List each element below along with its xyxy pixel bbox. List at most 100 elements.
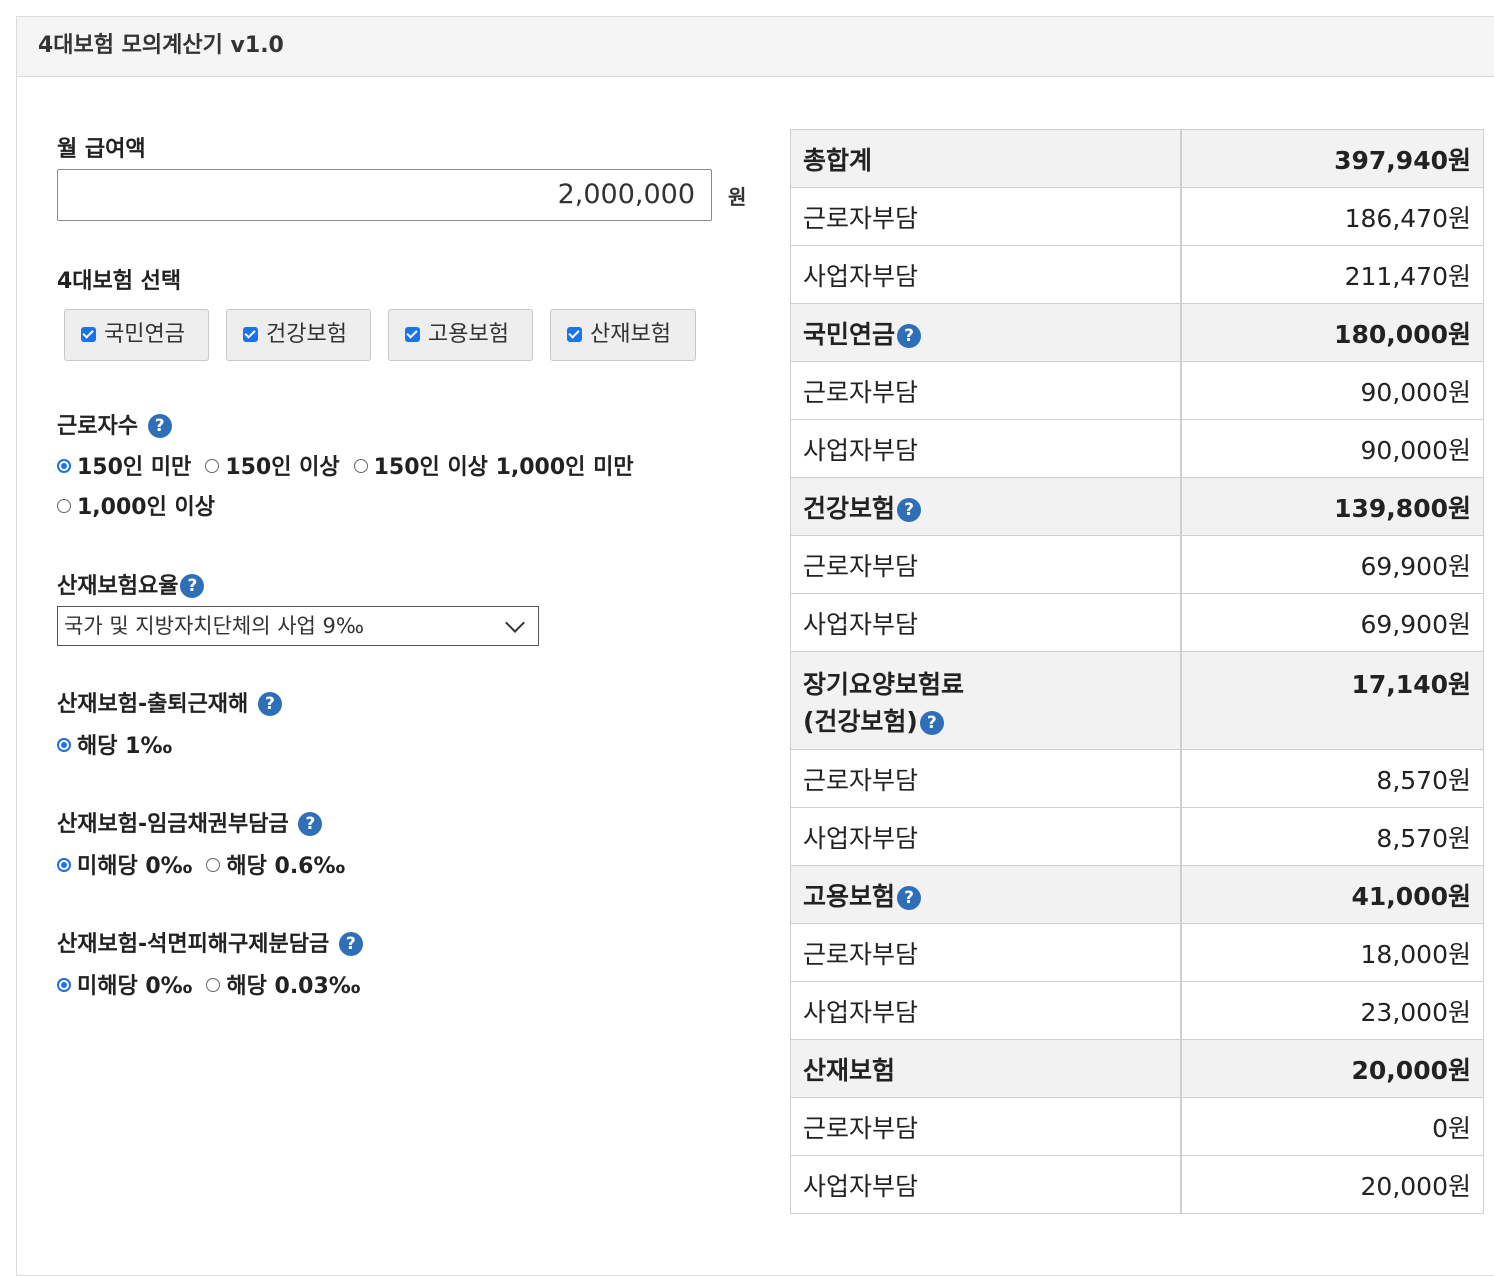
table-row-employment: 고용보험? 41,000원: [790, 865, 1484, 924]
radio-off-icon[interactable]: [206, 858, 221, 872]
workers-radio-group-2: 1,000인 이상: [57, 489, 229, 521]
longterm-value: 17,140원: [1180, 651, 1484, 750]
health-header: 건강보험?: [790, 477, 1182, 536]
radio-wage-claim-no[interactable]: 미해당 0‰: [57, 854, 192, 879]
radio-off-icon[interactable]: [57, 499, 71, 513]
radio-asbestos-yes[interactable]: 해당 0.03‰: [206, 974, 360, 999]
total-value: 397,940원: [1180, 129, 1484, 188]
wage-claim-radio-group: 미해당 0‰ 해당 0.6‰: [57, 848, 359, 880]
table-row: 사업자부담 8,570원: [790, 807, 1484, 866]
question-circle-icon[interactable]: ?: [919, 711, 944, 735]
table-row: 근로자부담 90,000원: [790, 361, 1484, 420]
radio-label: 150인 이상: [225, 455, 340, 480]
commute-radio-group: 해당 1‰: [57, 728, 186, 760]
radio-on-icon[interactable]: [57, 738, 71, 752]
industrial-rate-label-text: 산재보험요율: [57, 574, 179, 599]
table-row-total: 총합계 397,940원: [790, 129, 1484, 188]
longterm-worker-value: 8,570원: [1180, 749, 1484, 808]
employment-employer-value: 23,000원: [1180, 981, 1484, 1040]
total-label: 총합계: [790, 129, 1182, 188]
question-circle-icon[interactable]: ?: [897, 323, 922, 348]
commute-label: 산재보험-출퇴근재해 ?: [57, 686, 282, 718]
radio-label: 미해당 0‰: [77, 854, 193, 879]
radio-asbestos-no[interactable]: 미해당 0‰: [57, 974, 192, 999]
pension-worker-value: 90,000원: [1180, 361, 1484, 420]
checkbox-industrial[interactable]: 산재보험: [550, 309, 696, 361]
table-row: 근로자부담 0원: [790, 1097, 1484, 1156]
question-circle-icon[interactable]: ?: [338, 932, 363, 956]
industrial-rate-select[interactable]: 국가 및 지방자치단체의 사업 9‰: [57, 606, 539, 646]
question-circle-icon[interactable]: ?: [897, 497, 922, 522]
table-row: 사업자부담 211,470원: [790, 245, 1484, 304]
salary-unit: 원: [728, 185, 747, 209]
radio-workers-under-150[interactable]: 150인 미만: [57, 455, 191, 480]
checkbox-pension[interactable]: 국민연금: [64, 309, 209, 361]
longterm-label-line1: 장기요양보험료: [803, 670, 965, 699]
radio-off-icon[interactable]: [205, 459, 220, 473]
commute-label-text: 산재보험-출퇴근재해: [57, 692, 249, 717]
radio-commute-applicable[interactable]: 해당 1‰: [57, 734, 172, 759]
radio-label: 해당 0.6‰: [226, 854, 346, 879]
table-row-industrial: 산재보험 20,000원: [790, 1039, 1484, 1098]
wage-claim-label-text: 산재보험-임금채권부담금: [57, 812, 289, 837]
employment-label: 고용보험: [803, 881, 896, 911]
checkbox-icon[interactable]: [567, 327, 582, 342]
worker-label: 근로자부담: [790, 749, 1182, 808]
employer-label: 사업자부담: [790, 419, 1182, 478]
radio-on-icon[interactable]: [57, 459, 71, 473]
worker-label: 근로자부담: [790, 1097, 1182, 1156]
radio-wage-claim-yes[interactable]: 해당 0.6‰: [206, 854, 345, 879]
radio-on-icon[interactable]: [57, 978, 71, 992]
chevron-down-icon: [505, 613, 525, 633]
table-row: 근로자부담 186,470원: [790, 187, 1484, 246]
table-row: 근로자부담 18,000원: [790, 923, 1484, 982]
table-row: 사업자부담 69,900원: [790, 593, 1484, 652]
checkbox-icon[interactable]: [243, 327, 258, 342]
table-row-pension: 국민연금? 180,000원: [790, 303, 1484, 362]
health-worker-value: 69,900원: [1180, 535, 1484, 594]
checkbox-employment[interactable]: 고용보험: [388, 309, 533, 361]
radio-off-icon[interactable]: [353, 459, 368, 473]
calculator-panel: 4대보험 모의계산기 v1.0 월 급여액 2,000,000 원 4대보험 선…: [16, 16, 1494, 1276]
industrial-employer-value: 20,000원: [1180, 1155, 1484, 1214]
question-circle-icon[interactable]: ?: [257, 692, 282, 716]
employer-label: 사업자부담: [790, 1155, 1182, 1214]
checkbox-employment-label: 고용보험: [428, 322, 509, 347]
longterm-label-line2: (건강보험): [803, 707, 918, 736]
question-circle-icon[interactable]: ?: [897, 885, 922, 910]
salary-input[interactable]: 2,000,000: [57, 169, 712, 221]
asbestos-label: 산재보험-석면피해구제분담금 ?: [57, 926, 363, 958]
radio-workers-over-1000[interactable]: 1,000인 이상: [57, 495, 215, 520]
question-circle-icon[interactable]: ?: [147, 414, 172, 438]
panel-title: 4대보험 모의계산기 v1.0: [17, 17, 1494, 77]
table-row-longterm: 장기요양보험료 (건강보험)? 17,140원: [790, 651, 1484, 750]
workers-label: 근로자수 ?: [57, 408, 172, 440]
total-employer-value: 211,470원: [1180, 245, 1484, 304]
checkbox-icon[interactable]: [405, 327, 420, 342]
checkbox-health-label: 건강보험: [266, 322, 347, 347]
employer-label: 사업자부담: [790, 593, 1182, 652]
workers-radio-group: 150인 미만 150인 이상 150인 이상 1,000인 미만: [57, 449, 648, 481]
pension-value: 180,000원: [1180, 303, 1484, 362]
question-circle-icon[interactable]: ?: [298, 812, 323, 836]
radio-workers-over-150[interactable]: 150인 이상: [205, 455, 340, 480]
radio-label: 150인 이상 1,000인 미만: [373, 455, 634, 480]
health-value: 139,800원: [1180, 477, 1484, 536]
insurance-select-label: 4대보험 선택: [57, 269, 182, 294]
radio-workers-150-1000[interactable]: 150인 이상 1,000인 미만: [353, 455, 634, 480]
radio-label: 미해당 0‰: [77, 974, 193, 999]
question-circle-icon[interactable]: ?: [180, 574, 205, 598]
checkbox-icon[interactable]: [81, 327, 96, 342]
industrial-label: 산재보험: [790, 1039, 1182, 1098]
table-row: 사업자부담 90,000원: [790, 419, 1484, 478]
results-table: 총합계 397,940원 근로자부담 186,470원 사업자부담 211,47…: [790, 129, 1484, 1214]
radio-on-icon[interactable]: [57, 858, 71, 872]
table-row: 근로자부담 8,570원: [790, 749, 1484, 808]
checkbox-health[interactable]: 건강보험: [226, 309, 371, 361]
industrial-value: 20,000원: [1180, 1039, 1484, 1098]
pension-employer-value: 90,000원: [1180, 419, 1484, 478]
table-row-health: 건강보험? 139,800원: [790, 477, 1484, 536]
radio-off-icon[interactable]: [206, 978, 221, 992]
pension-label: 국민연금: [803, 319, 896, 349]
employment-value: 41,000원: [1180, 865, 1484, 924]
